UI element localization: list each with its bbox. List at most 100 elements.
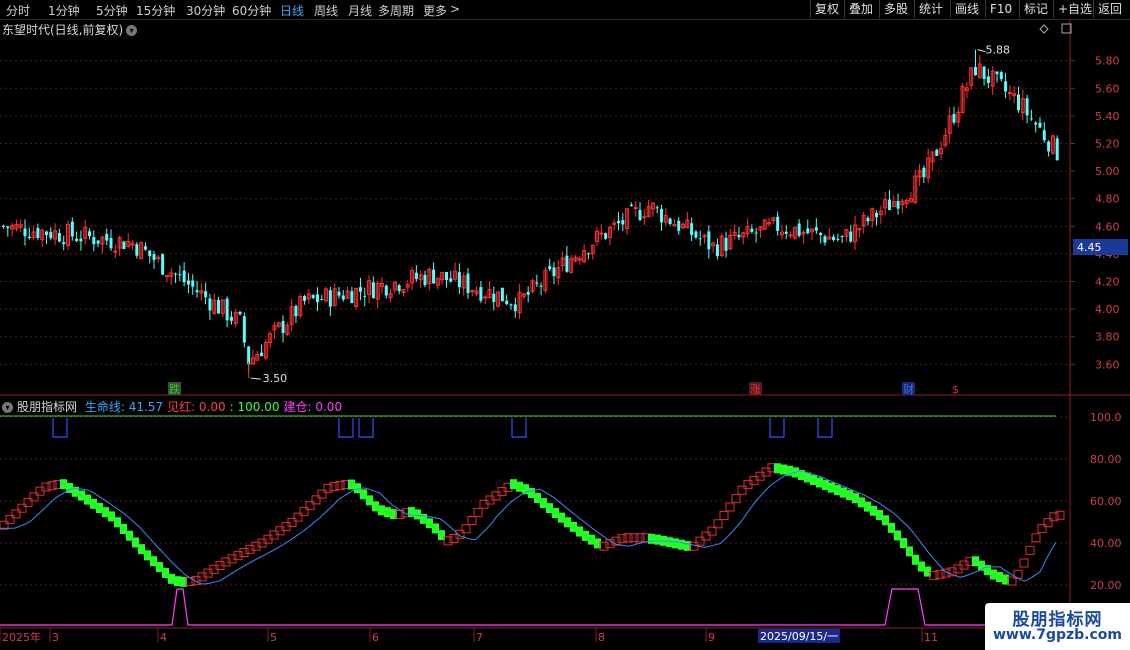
candle-down [1004,81,1008,92]
candle-down [281,321,285,334]
candle-down [96,240,100,244]
chart-canvas[interactable]: 5.805.605.405.205.004.804.604.404.204.00… [0,0,1130,650]
candle-down [935,149,939,156]
candle-down [444,271,448,280]
oscillator-down-step [576,526,583,537]
date-label-0: 2025年 [2,630,41,644]
event-marker-3: $ [952,383,959,396]
oscillator-down-step [366,495,373,506]
oscillator-down-step [540,498,547,509]
candle-down [294,305,298,317]
oscillator-down-step [990,569,997,580]
candle-down [896,201,900,209]
candle-down [814,227,818,231]
oscillator-up-step [317,489,327,499]
oscillator-up-step [1043,518,1053,528]
candle-down [45,231,49,236]
candle-down [6,226,10,229]
candle-down [174,273,178,275]
oscillator-up-step [695,536,705,546]
candle-down [922,167,926,178]
oscillator-down-step [108,511,115,522]
candle-down [384,285,388,296]
candle-down [27,236,31,238]
candle-up [113,250,118,253]
candle-down [195,290,199,293]
oscillator-up-step [443,536,453,546]
oscillator-up-step [293,512,303,522]
candle-down [776,216,780,231]
price-tick-label: 4.00 [1095,303,1120,316]
candle-down [995,71,999,75]
oscillator-down-step [876,510,883,520]
candle-down [849,231,853,242]
candle-down [49,231,53,239]
oscillator-down-step [846,490,853,501]
candle-up [483,296,488,299]
indicator-tick-label: 100.0 [1090,411,1122,424]
oscillator-down-step [426,518,433,529]
event-marker-0: 跌 [169,382,180,396]
candle-down [2,225,5,227]
oscillator-down-step [552,508,559,519]
oscillator-up-step [737,485,747,495]
candle-down [509,304,513,306]
candle-down [660,208,664,223]
candle-down [466,273,470,293]
candle-down [23,228,27,237]
candle-down [88,231,92,237]
candle-down [952,113,956,123]
candle-down [565,255,569,272]
oscillator-down-step [912,554,919,565]
candle-up [857,228,862,231]
candle-down [655,207,659,209]
candle-down [548,266,552,270]
oscillator-down-step [570,521,577,532]
oscillator-up-step [23,498,33,508]
date-label-2: 4 [160,631,167,644]
candle-down [414,272,418,280]
candle-down [204,291,208,298]
oscillator-down-step [156,562,163,573]
candle-down [328,290,332,307]
oscillator-down-step [564,517,571,528]
signal-box [769,418,785,438]
candle-down [1025,98,1029,116]
indicator-tick-label: 80.00 [1090,453,1122,466]
date-label-9: 11 [924,631,938,644]
oscillator-down-step [114,517,121,528]
oscillator-down-step [828,482,835,493]
oscillator-down-step [888,522,895,533]
candle-down [36,227,40,238]
candle-down [341,295,345,300]
candle-down [75,238,79,241]
oscillator-down-step [780,464,787,475]
date-cursor-label: 2025/09/15/一 [760,630,838,643]
candle-down [754,232,758,234]
oscillator-up-step [725,502,735,512]
price-tick-label: 5.80 [1095,55,1120,68]
candle-down [1029,118,1033,120]
oscillator-up-step [323,483,333,493]
candle-down [690,223,694,235]
candle-up [642,216,647,219]
oscillator-up-step [467,516,477,526]
candle-up [164,274,169,277]
candle-down [57,232,61,242]
price-tick-label: 4.80 [1095,193,1120,206]
candle-down [315,294,319,303]
candle-down [225,298,229,321]
candle-down [797,223,801,236]
candle-down [492,293,496,303]
watermark-url: www.7gpzb.com [992,627,1122,643]
price-tick-label: 4.20 [1095,276,1120,289]
oscillator-down-step [384,507,391,518]
candle-down [92,237,96,245]
high-arrow [977,49,986,53]
oscillator-down-step [528,488,535,499]
oscillator-down-step [900,538,907,548]
low-arrow [250,377,261,380]
oscillator-down-step [534,493,541,504]
candle-down [423,274,427,286]
oscillator-down-step [852,493,859,504]
